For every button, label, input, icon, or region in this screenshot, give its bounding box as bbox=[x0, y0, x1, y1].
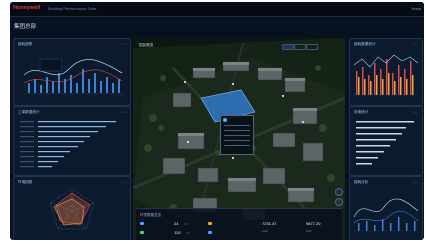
energy-stats-chart bbox=[353, 54, 419, 96]
info-icon bbox=[223, 118, 227, 122]
work-order-bar-chart bbox=[20, 121, 116, 168]
kpi-unit: m³ bbox=[186, 231, 190, 235]
kpi-unit: m³ bbox=[184, 222, 188, 226]
energy-trend-chart bbox=[23, 58, 124, 95]
popup-line bbox=[224, 130, 250, 131]
power-icon bbox=[208, 231, 212, 234]
zoom-out-button[interactable] bbox=[335, 198, 343, 206]
environment-index-panel: 环境指数 •• ⋯ bbox=[13, 176, 131, 240]
kpi-value: 24 bbox=[174, 221, 179, 226]
brand-logo: Honeywell bbox=[13, 5, 41, 11]
kpi-strip: 环境数据总览 24 m³ 120 m³ 7231.47 kWh 9877.20 … bbox=[136, 208, 342, 240]
view-toggle-button[interactable] bbox=[306, 44, 318, 50]
kpi-value: 7231.47 bbox=[262, 221, 277, 226]
user-menu[interactable]: Hone bbox=[411, 6, 421, 11]
power-stats-chart bbox=[356, 121, 414, 165]
energy-stats-panel: 能耗数据统计 •• ⋯ bbox=[349, 38, 423, 106]
water-icon bbox=[140, 222, 144, 225]
popup-line bbox=[224, 145, 250, 146]
energy-analysis-chart bbox=[353, 198, 419, 232]
work-order-panel: 工单数据统计 •• ⋯ bbox=[13, 106, 131, 176]
kpi-title: 环境数据总览 bbox=[140, 213, 161, 217]
kpi-value: 9877.20 bbox=[306, 221, 321, 226]
popup-line bbox=[224, 140, 250, 141]
environment-radar-chart bbox=[49, 188, 95, 230]
page-title: 集团总部 bbox=[14, 24, 37, 30]
view-toggle-button[interactable] bbox=[282, 44, 294, 50]
dashboard-window: Honeywell Building Performance Suite Hon… bbox=[10, 2, 424, 240]
building-info-popup[interactable] bbox=[220, 115, 254, 155]
energy-trend-panel: 能耗趋势 •• ⋯ bbox=[13, 38, 131, 106]
kpi-unit: kWh bbox=[262, 229, 268, 233]
popup-line bbox=[224, 135, 250, 136]
energy-analysis-panel: 能耗分析 •• ⋯ bbox=[349, 176, 423, 240]
power-icon bbox=[208, 222, 212, 225]
power-stats-panel: 用电统计 •• ⋯ bbox=[349, 106, 423, 176]
map-title: 园区概览 bbox=[139, 43, 154, 47]
top-bar: Honeywell Building Performance Suite Hon… bbox=[10, 2, 424, 17]
zoom-in-button[interactable] bbox=[335, 188, 343, 196]
popup-line bbox=[224, 125, 250, 126]
view-toggle-button[interactable] bbox=[294, 44, 306, 50]
kpi-unit: kWh bbox=[306, 229, 312, 233]
app-subtitle: Building Performance Suite bbox=[48, 6, 97, 11]
gas-icon bbox=[140, 231, 144, 234]
kpi-value: 120 bbox=[174, 230, 181, 235]
